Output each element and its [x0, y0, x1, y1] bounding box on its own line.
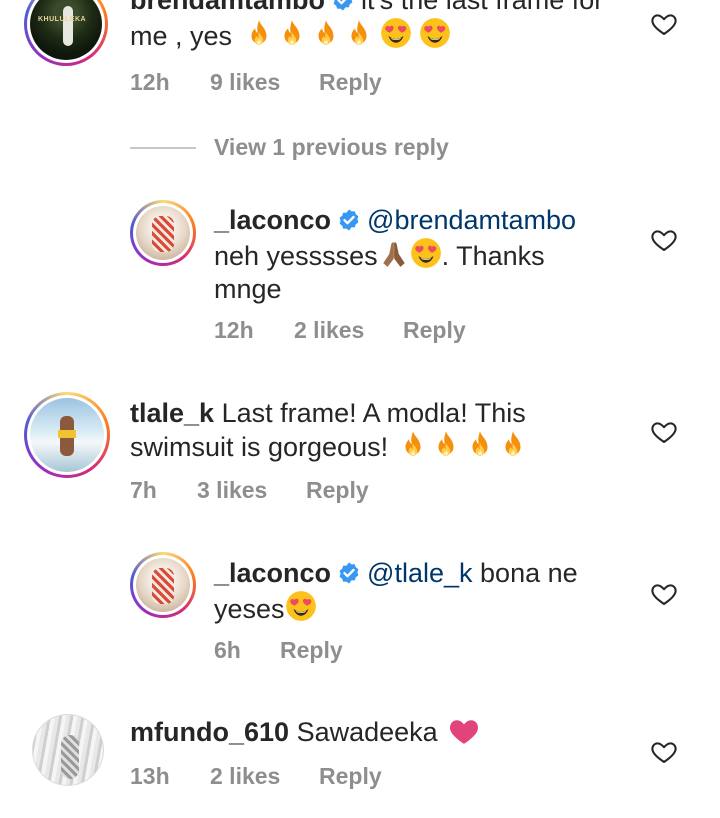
username[interactable]: mfundo_610	[130, 717, 289, 747]
reply-laconco-2: _laconco @tlale_k bona ne yeses 6h Reply	[0, 548, 720, 668]
comment-time: 13h	[130, 763, 170, 789]
reply-button[interactable]: Reply	[319, 763, 382, 790]
avatar[interactable]	[130, 200, 196, 266]
mention-link[interactable]: @brendamtambo	[367, 205, 576, 235]
emoji-row	[246, 21, 452, 51]
comment-mfundo-610: mfundo_610 Sawadeeka 13h 2 likes Reply	[0, 706, 720, 816]
fire-emoji	[246, 19, 272, 49]
fire-emoji	[313, 19, 339, 49]
avatar[interactable]	[32, 714, 104, 786]
avatar-caption: KHULULEKA	[38, 16, 87, 23]
comment-time: 12h	[130, 69, 170, 95]
divider-line	[130, 146, 196, 149]
comment-tlale-k: tlale_k Last frame! A modla! This swimsu…	[0, 392, 720, 512]
praying-hands-emoji	[378, 239, 410, 269]
fire-emoji	[500, 430, 526, 460]
heart-eyes-emoji	[410, 237, 442, 269]
comment-time: 7h	[130, 477, 157, 503]
fire-emoji	[346, 19, 372, 49]
reply-button[interactable]: Reply	[403, 317, 466, 344]
fire-emoji	[433, 430, 459, 460]
comment-text-line1-cont: . Thanks	[441, 241, 545, 271]
comment-meta: 7h 3 likes Reply	[130, 477, 369, 504]
fire-emoji	[279, 19, 305, 49]
like-heart-icon[interactable]	[650, 10, 678, 38]
pink-heart-emoji	[449, 719, 479, 745]
verified-badge-icon	[337, 561, 361, 585]
verified-badge-icon	[337, 208, 361, 232]
comment-text-line1: it's the last frame for	[361, 0, 604, 15]
comment-time: 12h	[214, 317, 254, 343]
comment-meta: 12h 2 likes Reply	[214, 317, 466, 344]
comment-text: _laconco @brendamtambo neh yesssses . Than…	[214, 204, 634, 306]
heart-eyes-emoji	[380, 17, 412, 49]
comment-text-line2: swimsuit is gorgeous!	[130, 432, 389, 462]
like-heart-icon[interactable]	[650, 418, 678, 446]
comment-time: 6h	[214, 637, 241, 663]
comment-meta: 13h 2 likes Reply	[130, 763, 382, 790]
comment-text: tlale_k Last frame! A modla! This swimsu…	[130, 397, 650, 464]
view-previous-replies-label[interactable]: View 1 previous reply	[214, 134, 449, 161]
heart-eyes-emoji	[285, 590, 317, 622]
view-previous-replies[interactable]: View 1 previous reply	[130, 134, 449, 161]
comment-meta: 6h Reply	[214, 637, 343, 664]
fire-emoji	[467, 430, 493, 460]
like-heart-icon[interactable]	[650, 226, 678, 254]
verified-badge-icon	[331, 0, 355, 12]
mention-link[interactable]: @tlale_k	[367, 558, 472, 588]
comment-meta: 12h 9 likes Reply	[130, 69, 382, 96]
emoji-row	[400, 432, 527, 462]
like-heart-icon[interactable]	[650, 580, 678, 608]
reply-laconco-1: _laconco @brendamtambo neh yesssses . Than…	[0, 196, 720, 356]
comment-text-line2: yeses	[214, 594, 285, 624]
comment-text-line1: neh yesssses	[214, 241, 378, 271]
username[interactable]: brendamtambo	[130, 0, 325, 15]
reply-button[interactable]: Reply	[280, 637, 343, 664]
comment-text-line2: me , yes	[130, 21, 233, 51]
avatar[interactable]: KHULULEKA	[24, 0, 108, 66]
comment-text-line2: mnge	[214, 274, 282, 304]
comment-text-line1: Sawadeeka	[296, 717, 438, 747]
comment-text: mfundo_610 Sawadeeka	[130, 716, 650, 749]
comment-text-line1: bona ne	[480, 558, 578, 588]
reply-button[interactable]: Reply	[319, 69, 382, 96]
comment-text-line1: Last frame! A modla! This	[221, 398, 526, 428]
likes-count[interactable]: 3 likes	[197, 477, 306, 504]
heart-eyes-emoji	[419, 17, 451, 49]
fire-emoji	[400, 430, 426, 460]
comment-brendamtambo: KHULULEKA brendamtambo it's the last fram…	[0, 0, 720, 110]
username[interactable]: _laconco	[214, 205, 331, 235]
username[interactable]: tlale_k	[130, 398, 214, 428]
avatar[interactable]	[24, 392, 110, 478]
reply-button[interactable]: Reply	[306, 477, 369, 504]
avatar[interactable]	[130, 552, 196, 618]
comment-text: _laconco @tlale_k bona ne yeses	[214, 557, 634, 626]
comment-text: brendamtambo it's the last frame for me ,…	[130, 0, 650, 53]
likes-count[interactable]: 2 likes	[294, 317, 403, 344]
likes-count[interactable]: 9 likes	[210, 69, 319, 96]
likes-count[interactable]: 2 likes	[210, 763, 319, 790]
like-heart-icon[interactable]	[650, 738, 678, 766]
username[interactable]: _laconco	[214, 558, 331, 588]
